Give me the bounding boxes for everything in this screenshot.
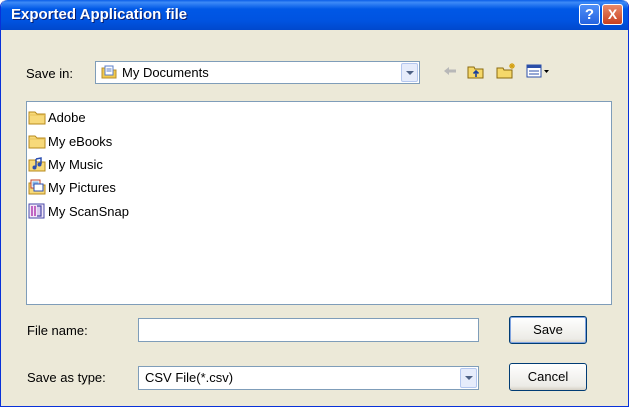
list-item-label: My Music (48, 156, 103, 172)
save-button[interactable]: Save (509, 316, 587, 344)
scansnap-folder-icon (28, 203, 46, 219)
chevron-down-icon[interactable] (401, 63, 418, 82)
save-as-type-label: Save as type: (27, 370, 106, 385)
title-bar[interactable]: Exported Application file ? X (1, 0, 628, 30)
list-item[interactable]: My Music (28, 153, 103, 175)
file-name-label: File name: (27, 323, 88, 338)
folder-icon (28, 133, 46, 149)
file-name-input[interactable] (138, 318, 479, 342)
folder-icon (28, 109, 46, 125)
up-folder-icon[interactable] (466, 62, 486, 80)
help-button[interactable]: ? (579, 4, 600, 25)
view-menu-icon[interactable] (525, 62, 551, 80)
save-in-label: Save in: (26, 66, 73, 81)
list-item[interactable]: My eBooks (28, 130, 112, 152)
pictures-folder-icon (28, 179, 46, 195)
file-list[interactable]: Adobe My eBooks My Music My Pictures My … (26, 101, 612, 305)
chevron-down-icon[interactable] (460, 368, 477, 388)
save-in-value: My Documents (122, 65, 209, 80)
cancel-button[interactable]: Cancel (509, 363, 587, 391)
window-title: Exported Application file (11, 6, 188, 23)
my-documents-icon (101, 64, 117, 80)
save-as-type-dropdown[interactable]: CSV File(*.csv) (138, 366, 479, 390)
list-item[interactable]: My ScanSnap (28, 200, 129, 222)
save-in-dropdown[interactable]: My Documents (95, 61, 420, 84)
list-item-label: Adobe (48, 109, 86, 125)
close-button[interactable]: X (602, 4, 623, 25)
new-folder-icon[interactable] (495, 62, 517, 80)
save-dialog: Exported Application file ? X Save in: M… (0, 0, 629, 407)
save-as-type-value: CSV File(*.csv) (145, 370, 234, 385)
list-item-label: My Pictures (48, 179, 116, 195)
list-item-label: My ScanSnap (48, 203, 129, 219)
list-item[interactable]: Adobe (28, 106, 86, 128)
back-arrow-icon[interactable] (441, 62, 459, 80)
music-folder-icon (28, 156, 46, 172)
list-item[interactable]: My Pictures (28, 176, 116, 198)
list-item-label: My eBooks (48, 133, 113, 149)
